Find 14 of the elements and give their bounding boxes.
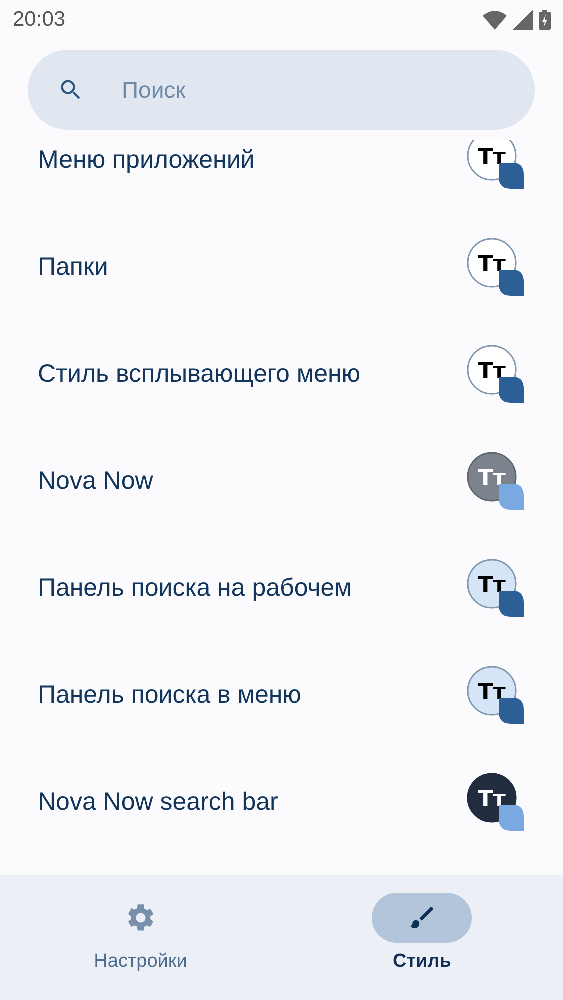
list-item-label[interactable]: Панель поиска на рабочем <box>38 574 352 603</box>
search-field[interactable]: Поиск <box>28 50 535 130</box>
list-item-label[interactable]: Меню приложений <box>38 146 255 175</box>
list-item-label[interactable]: Стиль всплывающего меню <box>38 360 361 389</box>
nav-tab[interactable]: Стиль <box>282 875 563 1000</box>
status-time: 20:03 <box>13 8 66 32</box>
nav-tab[interactable]: Настройки <box>0 875 282 1000</box>
list-item-label[interactable]: Nova Now search bar <box>38 788 278 817</box>
list-item-label[interactable]: Папки <box>38 253 108 282</box>
signal-icon <box>513 10 533 30</box>
list-item-label[interactable]: Панель поиска в меню <box>38 681 302 710</box>
list-item-label[interactable]: Nova Now <box>38 467 154 496</box>
wifi-icon <box>483 10 507 30</box>
battery-icon <box>539 10 551 30</box>
